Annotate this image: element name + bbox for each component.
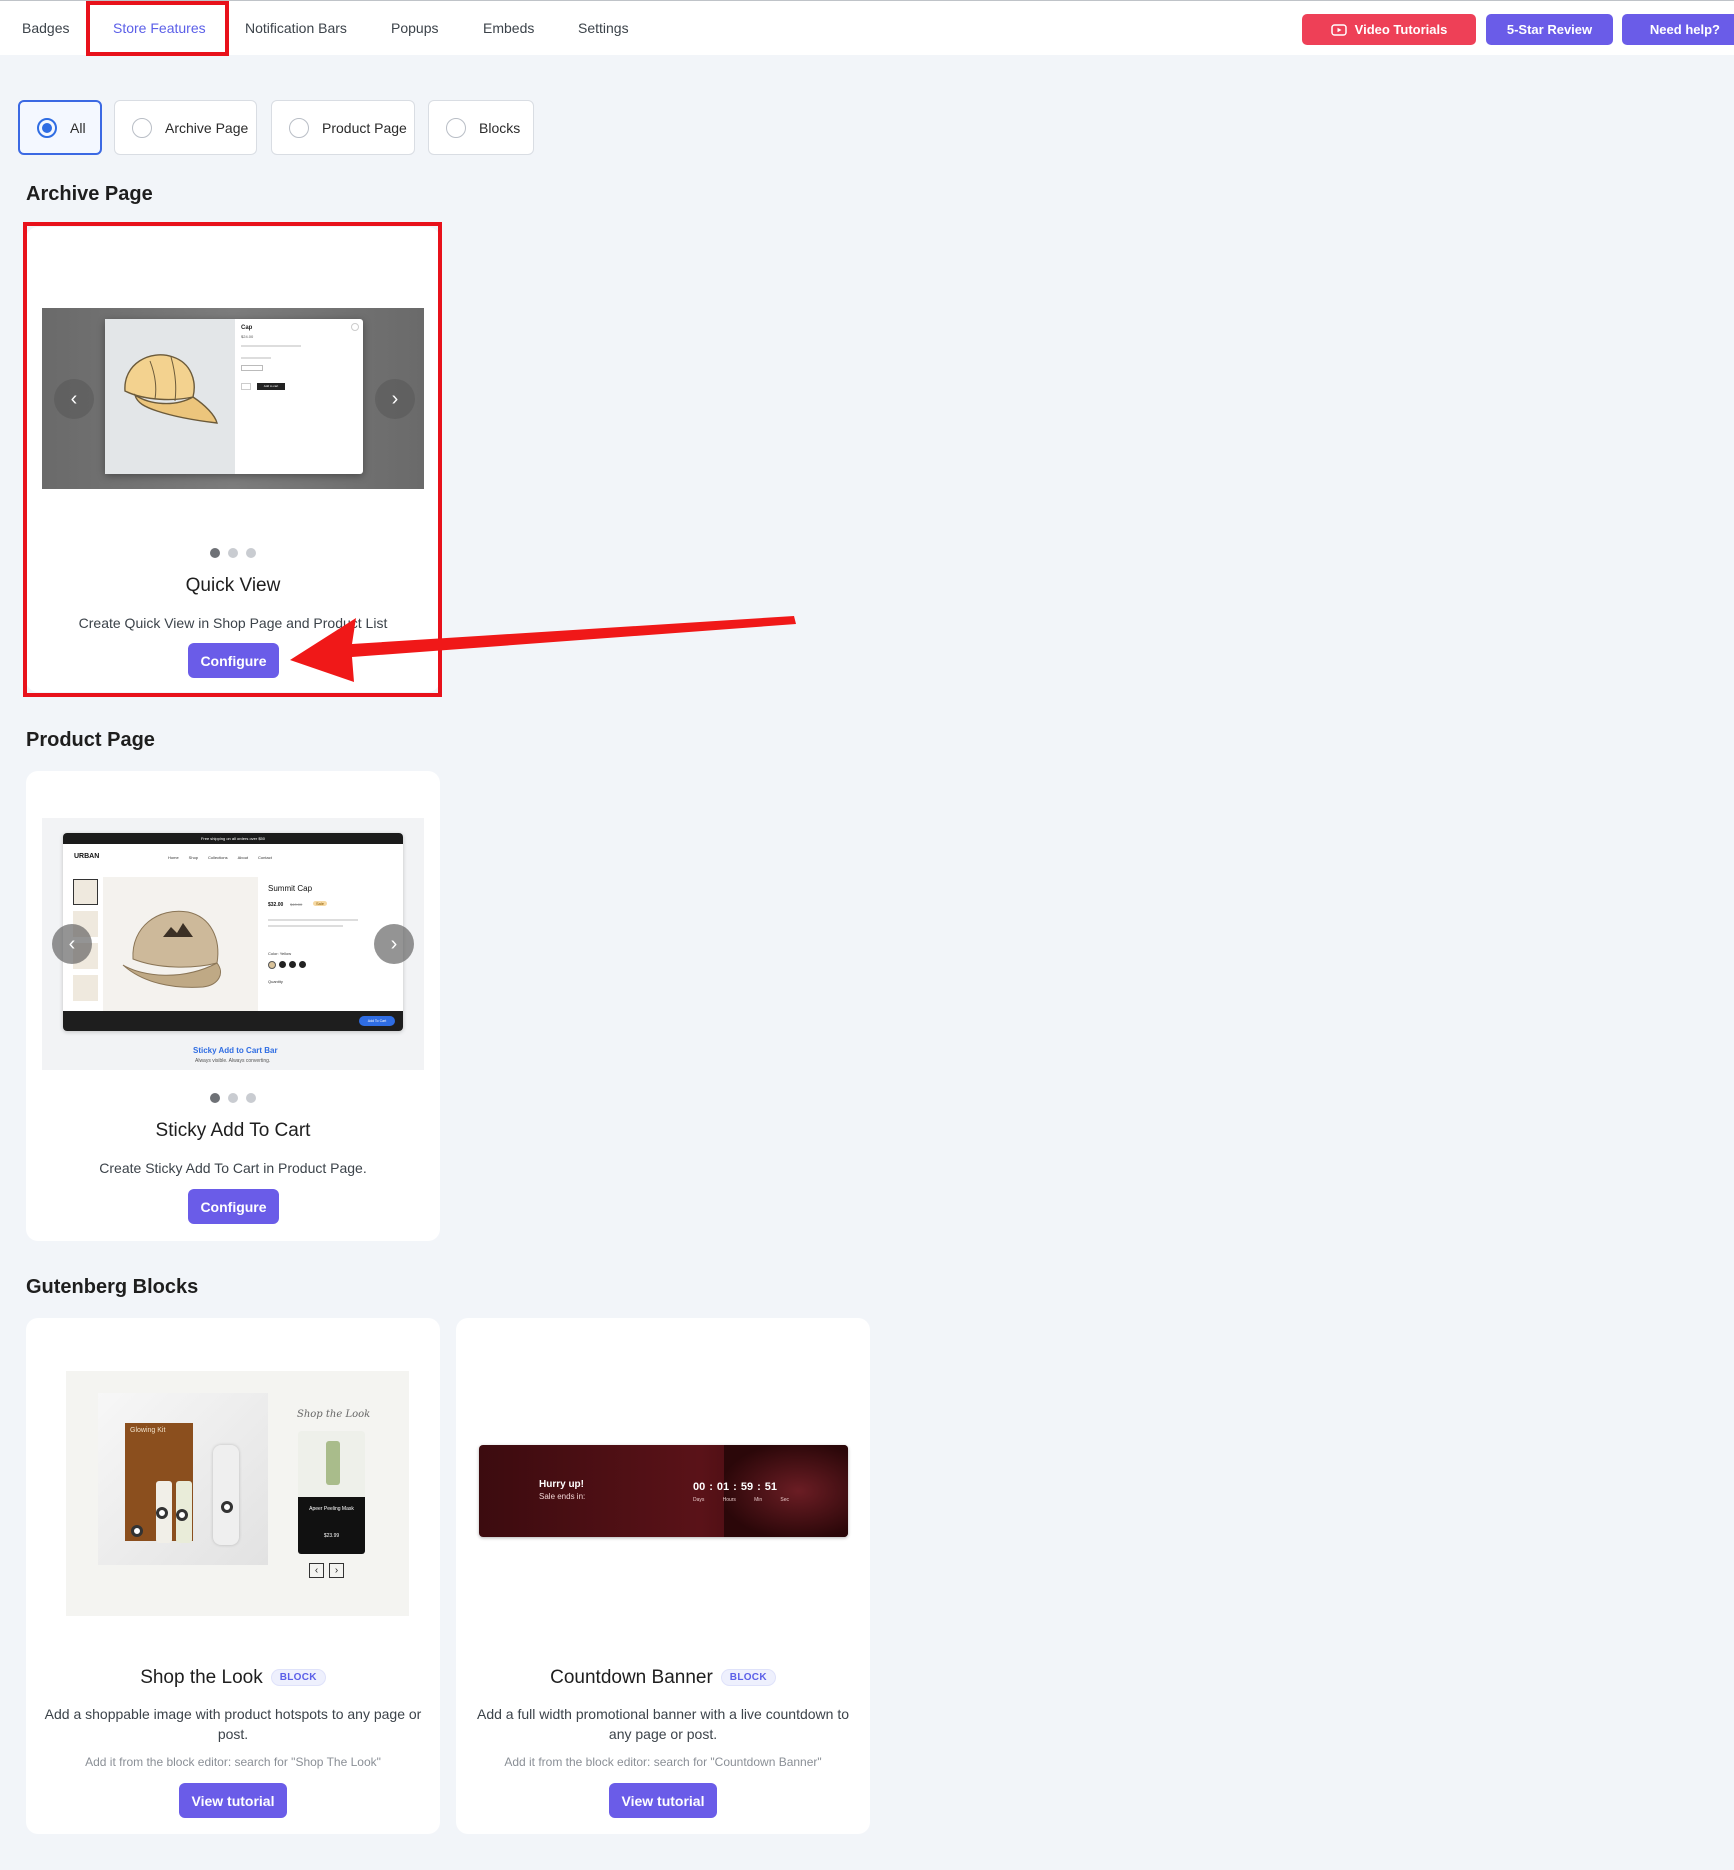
countdown-banner-card: Hurry up! Sale ends in: 00: 01: 59: 51 D… <box>456 1318 870 1834</box>
countdown-mins: 59 <box>740 1481 754 1493</box>
video-icon <box>1330 23 1347 36</box>
shop-the-look-card: Glowing Kit Shop the Look Apeer Peeling … <box>26 1318 440 1834</box>
video-tutorials-button[interactable]: Video Tutorials <box>1302 14 1476 45</box>
need-help-button[interactable]: Need help? <box>1622 14 1734 45</box>
look-image: Glowing Kit <box>98 1393 268 1565</box>
countdown-description: Add a full width promotional banner with… <box>477 1706 849 1742</box>
countdown-timer: 00: 01: 59: 51 <box>693 1481 778 1493</box>
filter-blocks-label: Blocks <box>479 119 521 136</box>
filter-all[interactable]: All <box>18 100 102 155</box>
product-card-name: Apeer Peeling Mask <box>309 1506 354 1512</box>
sticky-cart-title: Sticky Add To Cart <box>155 1120 311 1141</box>
top-navigation: Badges Store Features Notification Bars … <box>0 0 1734 55</box>
sticky-bar-caption: Sticky Add to Cart Bar <box>193 1046 278 1055</box>
filter-product-label: Product Page <box>322 119 407 136</box>
hotspot-icon[interactable] <box>131 1525 143 1537</box>
block-badge: BLOCK <box>270 1669 326 1687</box>
carousel-prev-button[interactable]: ‹ <box>52 924 92 964</box>
annotation-arrow-icon <box>290 616 796 682</box>
tab-notification-bars[interactable]: Notification Bars <box>245 1 347 56</box>
sticky-bar-add-to-cart: Add To Cart <box>359 1016 395 1026</box>
video-tutorials-label: Video Tutorials <box>1354 22 1448 37</box>
carousel-dots <box>26 1093 440 1103</box>
mockup-color-label: Color: Yellow <box>268 951 292 956</box>
product-hero-image <box>103 877 258 1012</box>
carousel-dot[interactable] <box>228 1093 238 1103</box>
countdown-tutorial-button[interactable]: View tutorial <box>609 1783 717 1818</box>
thumbnail <box>73 975 98 1001</box>
countdown-headline: Hurry up! <box>539 1479 584 1490</box>
announcement-bar: Free shipping on all orders over $50 <box>63 833 403 844</box>
countdown-labels: Days Hours Min Sec <box>693 1497 789 1503</box>
product-card: Apeer Peeling Mask $23.99 <box>298 1431 365 1554</box>
tab-embeds[interactable]: Embeds <box>483 1 534 56</box>
prev-arrow-icon[interactable]: ‹ <box>309 1563 324 1578</box>
mockup-product-name: Summit Cap <box>268 884 313 893</box>
filter-blocks[interactable]: Blocks <box>428 100 534 155</box>
store-menu: Home Shop Collections About Contact <box>168 855 272 860</box>
filter-all-label: All <box>70 119 86 136</box>
countdown-secs: 51 <box>764 1481 778 1493</box>
carousel-next-button[interactable]: › <box>374 924 414 964</box>
filter-product-page[interactable]: Product Page <box>271 100 415 155</box>
color-swatches <box>268 961 306 969</box>
carousel-dot[interactable] <box>210 1093 220 1103</box>
sticky-add-to-cart-card: Free shipping on all orders over $50 URB… <box>26 771 440 1241</box>
shop-the-look-tutorial-button[interactable]: View tutorial <box>179 1783 287 1818</box>
cap-icon <box>122 910 221 988</box>
mockup-price: $32.00 <box>268 902 284 908</box>
tab-badges[interactable]: Badges <box>22 1 69 56</box>
product-page-mockup: Free shipping on all orders over $50 URB… <box>63 833 403 1031</box>
section-title-gutenberg: Gutenberg Blocks <box>26 1276 199 1298</box>
store-brand: URBAN <box>74 853 100 860</box>
product-card-price: $23.99 <box>323 1533 340 1539</box>
countdown-title: Countdown Banner BLOCK <box>456 1667 870 1689</box>
thumbnail <box>73 879 98 905</box>
filter-archive-page[interactable]: Archive Page <box>114 100 257 155</box>
countdown-subtext: Sale ends in: <box>539 1492 586 1501</box>
radio-icon <box>289 117 309 138</box>
radio-icon <box>446 117 466 138</box>
sticky-cart-description: Create Sticky Add To Cart in Product Pag… <box>99 1160 367 1176</box>
sticky-cart-configure-button[interactable]: Configure <box>188 1189 279 1224</box>
tab-settings[interactable]: Settings <box>578 1 629 56</box>
hotspot-icon[interactable] <box>221 1501 233 1513</box>
carousel-dot[interactable] <box>246 1093 256 1103</box>
shop-the-look-hint: Add it from the block editor: search for… <box>85 1755 381 1769</box>
next-arrow-icon[interactable]: › <box>329 1563 344 1578</box>
sticky-bar-caption-sub: Always visible. Always converting. <box>195 1058 271 1064</box>
hotspot-icon[interactable] <box>176 1509 188 1521</box>
shop-look-heading: Shop the Look <box>297 1409 371 1420</box>
filter-archive-label: Archive Page <box>165 119 249 136</box>
countdown-days: 00 <box>693 1481 706 1493</box>
countdown-preview: Hurry up! Sale ends in: 00: 01: 59: 51 D… <box>479 1445 848 1537</box>
countdown-title-text: Countdown Banner <box>550 1667 713 1688</box>
kit-label: Glowing Kit <box>130 1427 166 1434</box>
countdown-hint: Add it from the block editor: search for… <box>504 1755 822 1769</box>
five-star-review-button[interactable]: 5-Star Review <box>1486 14 1613 45</box>
sticky-cart-bar: Add To Cart <box>63 1011 403 1031</box>
mockup-quantity-label: Quantity <box>268 979 283 984</box>
shop-the-look-description: Add a shoppable image with product hotsp… <box>44 1706 422 1742</box>
radio-selected-icon <box>37 117 57 138</box>
mockup-old-price: $40.00 <box>290 902 303 907</box>
tab-popups[interactable]: Popups <box>391 1 438 56</box>
block-badge: BLOCK <box>720 1669 776 1687</box>
section-title-archive: Archive Page <box>26 183 153 205</box>
section-title-product: Product Page <box>26 729 155 751</box>
hotspot-icon[interactable] <box>156 1507 168 1519</box>
mockup-sale-badge: Sale <box>313 901 328 906</box>
highlight-box-store-features <box>86 1 229 56</box>
shop-the-look-preview: Glowing Kit Shop the Look Apeer Peeling … <box>66 1371 409 1616</box>
radio-icon <box>132 117 152 138</box>
shop-the-look-title: Shop the Look BLOCK <box>26 1667 440 1689</box>
sticky-cart-preview: Free shipping on all orders over $50 URB… <box>42 818 424 1070</box>
shop-the-look-title-text: Shop the Look <box>140 1667 263 1688</box>
countdown-hours: 01 <box>716 1481 730 1493</box>
